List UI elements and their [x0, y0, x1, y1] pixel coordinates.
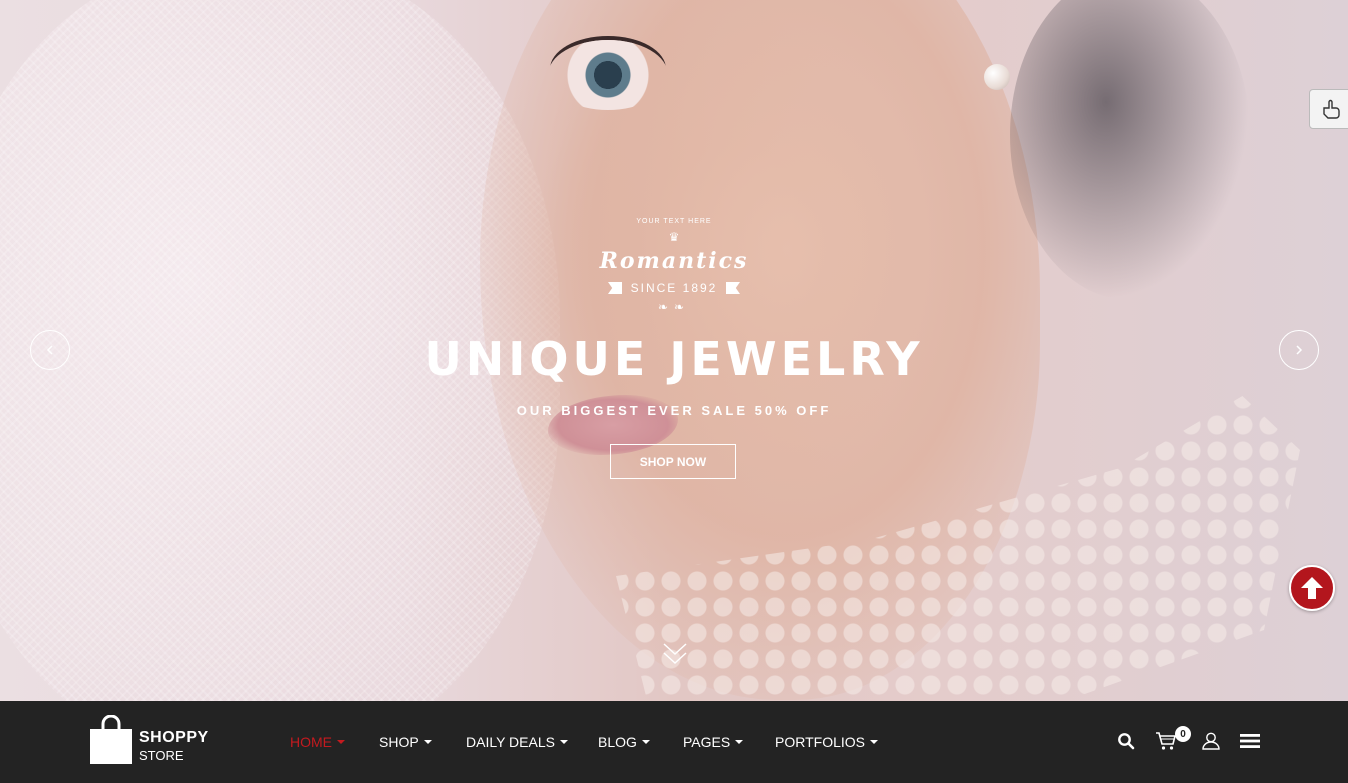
- hamburger-icon: [1240, 734, 1260, 748]
- badge-top-text: YOUR TEXT HERE: [636, 218, 712, 225]
- main-navbar: SHOPPY STORE HOME SHOP DAILY DEALS BLOG …: [0, 701, 1348, 783]
- badge-script-title: Romantics: [599, 248, 749, 274]
- double-chevron-down-icon: [663, 643, 687, 665]
- slider-next-button[interactable]: [1279, 330, 1319, 370]
- shopping-bag-icon: [90, 715, 132, 764]
- crown-icon: ♛: [668, 230, 680, 244]
- caret-down-icon: [337, 740, 345, 744]
- hero-subline: OUR BIGGEST EVER SALE 50% OFF: [516, 403, 832, 418]
- caret-down-icon: [641, 740, 650, 744]
- account-button[interactable]: [1199, 729, 1223, 753]
- nav-item-label: BLOG: [598, 734, 637, 750]
- nav-item-portfolios[interactable]: PORTFOLIOS: [775, 732, 878, 752]
- nav-item-blog[interactable]: BLOG: [598, 732, 650, 752]
- nav-item-label: PORTFOLIOS: [775, 734, 865, 750]
- logo-name: SHOPPY: [139, 729, 209, 746]
- hero-headline: UNIQUE JEWELRY: [424, 332, 924, 386]
- search-icon: [1118, 733, 1135, 750]
- chevron-left-icon: [46, 345, 53, 355]
- hero-content: YOUR TEXT HERE ♛ Romantics SINCE 1892 ❧❧…: [0, 0, 1348, 701]
- romantics-badge: YOUR TEXT HERE ♛ Romantics SINCE 1892 ❧❧: [574, 214, 774, 318]
- nav-item-label: HOME: [290, 734, 332, 750]
- side-tab-button[interactable]: [1309, 89, 1348, 129]
- slider-prev-button[interactable]: [30, 330, 70, 370]
- cart-icon: [1156, 732, 1177, 750]
- nav-item-daily-deals[interactable]: DAILY DEALS: [466, 732, 568, 752]
- nav-item-shop[interactable]: SHOP: [379, 732, 432, 752]
- leaf-ornament-icon: ❧❧: [657, 300, 691, 314]
- chevron-right-icon: [1296, 345, 1303, 355]
- caret-down-icon: [735, 740, 744, 744]
- hand-pointer-icon: [1322, 99, 1340, 119]
- scroll-down-button[interactable]: [662, 640, 688, 668]
- nav-item-home[interactable]: HOME: [290, 732, 345, 752]
- hero-slider: YOUR TEXT HERE ♛ Romantics SINCE 1892 ❧❧…: [0, 0, 1348, 701]
- user-icon: [1202, 732, 1220, 750]
- logo-subname: STORE: [139, 748, 184, 763]
- nav-item-label: DAILY DEALS: [466, 734, 555, 750]
- caret-down-icon: [423, 740, 432, 744]
- cart-count-badge: 0: [1175, 726, 1191, 742]
- caret-down-icon: [559, 740, 568, 744]
- menu-toggle-button[interactable]: [1238, 729, 1262, 753]
- nav-item-label: PAGES: [683, 734, 731, 750]
- badge-since: SINCE 1892: [608, 280, 740, 296]
- shop-now-button[interactable]: SHOP NOW: [610, 444, 736, 479]
- caret-down-icon: [869, 740, 878, 744]
- arrow-up-icon: [1301, 577, 1323, 599]
- nav-item-label: SHOP: [379, 734, 419, 750]
- back-to-top-button[interactable]: [1289, 565, 1335, 611]
- store-logo[interactable]: SHOPPY STORE: [89, 715, 219, 767]
- search-button[interactable]: [1114, 729, 1138, 753]
- nav-item-pages[interactable]: PAGES: [683, 732, 744, 752]
